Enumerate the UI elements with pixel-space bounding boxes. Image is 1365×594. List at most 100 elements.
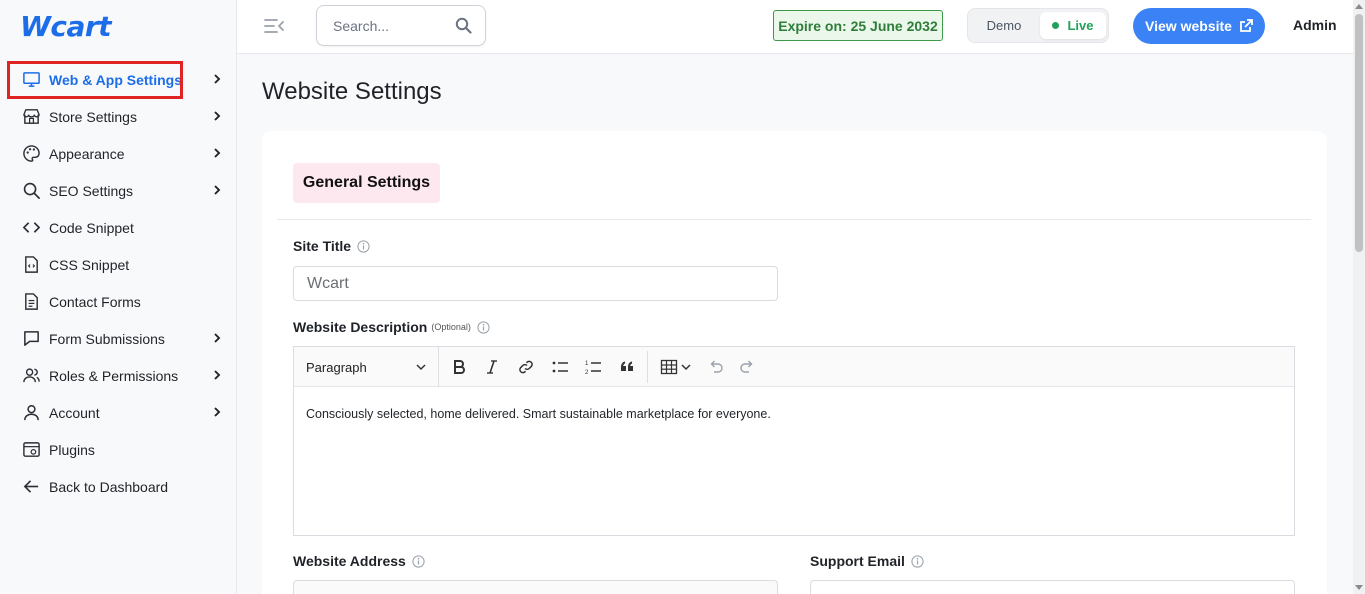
redo-button[interactable] [737,356,759,378]
editor-toolbar: Paragraph 1 2 [294,347,1294,387]
sidebar-item-label: Store Settings [49,108,137,125]
sidebar-item-label: Form Submissions [49,330,165,347]
settings-card: General Settings Site Title Website Desc… [262,131,1327,594]
chevron-right-icon [214,148,221,158]
search-icon [21,181,41,201]
sidebar-item-account[interactable]: Account [0,394,237,431]
support-email-label: Support Email [810,553,924,569]
blockquote-button[interactable] [616,356,638,378]
sidebar-item-form-submissions[interactable]: Form Submissions [0,320,237,357]
sidebar-item-contact-forms[interactable]: Contact Forms [0,283,237,320]
chevron-right-icon [214,74,221,84]
bold-icon [454,360,465,374]
tab-general-settings[interactable]: General Settings [293,163,440,203]
collapse-menu-icon[interactable] [263,16,285,36]
toolbar-separator [647,351,648,383]
description-label-text: Website Description [293,319,428,335]
sidebar-nav: Web & App Settings Store Settings Appearan… [0,61,237,505]
external-link-icon [1240,19,1253,32]
search-box [316,5,486,46]
numbered-list-button[interactable]: 1 2 [582,356,604,378]
bulleted-list-button[interactable] [549,356,571,378]
chevron-right-icon [214,111,221,121]
sidebar-item-appearance[interactable]: Appearance [0,135,237,172]
insert-table-button[interactable] [657,356,693,378]
mode-toggle: Demo Live [967,8,1109,43]
user-icon [21,403,41,423]
expiry-badge: Expire on: 25 June 2032 [773,10,943,41]
optional-tag: (Optional) [431,322,471,332]
store-icon [21,107,41,127]
logo[interactable]: Wcart [20,8,112,44]
page-scrollbar[interactable] [1353,0,1365,594]
block-format-value: Paragraph [306,359,367,375]
description-label: Website Description (Optional) [293,319,490,335]
svg-text:1: 1 [585,361,589,367]
bold-button[interactable] [448,356,470,378]
search-input[interactable] [333,16,453,36]
plugin-icon [21,440,41,460]
user-menu[interactable]: Admin [1293,17,1337,33]
sidebar-item-label: Roles & Permissions [49,367,179,384]
page-title: Website Settings [262,78,442,105]
users-icon [21,366,41,386]
chevron-right-icon [214,185,221,195]
site-title-label-text: Site Title [293,238,352,254]
table-icon [660,359,677,375]
website-address-label: Website Address [293,553,425,569]
chevron-down-icon [680,364,691,371]
mode-demo-option[interactable]: Demo [972,12,1036,39]
sidebar-item-store-settings[interactable]: Store Settings [0,98,237,135]
scroll-up-arrow[interactable] [1355,4,1363,9]
topbar: Expire on: 25 June 2032 Demo Live View w… [237,0,1353,54]
scroll-thumb[interactable] [1355,14,1363,252]
block-format-select[interactable]: Paragraph [294,347,439,387]
chevron-right-icon [214,333,221,343]
monitor-icon [21,70,41,90]
sidebar-item-label: Appearance [49,145,125,162]
italic-icon [487,360,497,374]
sidebar-item-web-app-settings[interactable]: Web & App Settings [0,61,237,99]
info-icon[interactable] [412,554,425,568]
website-address-editor[interactable] [293,580,778,594]
sidebar-item-label: Code Snippet [49,219,134,236]
support-email-input[interactable] [810,580,1295,594]
scroll-down-arrow[interactable] [1355,585,1363,590]
view-website-button[interactable]: View website [1133,8,1265,44]
italic-button[interactable] [481,356,503,378]
sidebar-item-plugins[interactable]: Plugins [0,431,237,468]
link-button[interactable] [515,356,537,378]
info-icon[interactable] [477,320,490,334]
quote-icon [621,361,633,371]
numbered-list-icon: 1 2 [585,361,601,376]
undo-button[interactable] [704,356,726,378]
sidebar-item-css-snippet[interactable]: CSS Snippet [0,246,237,283]
mode-live-option[interactable]: Live [1040,12,1106,39]
undo-icon [710,360,723,373]
sidebar-item-roles-permissions[interactable]: Roles & Permissions [0,357,237,394]
arrow-left-icon [21,477,41,497]
sidebar-item-code-snippet[interactable]: Code Snippet [0,209,237,246]
site-title-input[interactable] [293,266,778,301]
chevron-down-icon [416,364,426,371]
code-icon [21,218,41,238]
info-icon[interactable] [911,554,924,568]
live-status-dot [1052,22,1060,29]
sidebar-item-label: SEO Settings [49,182,134,199]
support-email-label-text: Support Email [810,553,905,569]
sidebar-item-label: Back to Dashboard [49,478,169,495]
logo-text: Wcart [20,10,112,43]
document-icon [21,292,41,312]
sidebar-item-seo-settings[interactable]: SEO Settings [0,172,237,209]
redo-icon [740,360,753,373]
info-icon[interactable] [357,239,370,253]
divider [277,219,1311,220]
editor-content[interactable]: Consciously selected, home delivered. Sm… [306,407,771,421]
view-website-label: View website [1145,18,1232,34]
message-icon [21,329,41,349]
sidebar-item-label: CSS Snippet [49,256,130,273]
sidebar-item-back-to-dashboard[interactable]: Back to Dashboard [0,468,237,505]
search-icon[interactable] [455,17,472,34]
mode-live-label: Live [1067,18,1094,33]
site-title-label: Site Title [293,238,370,254]
